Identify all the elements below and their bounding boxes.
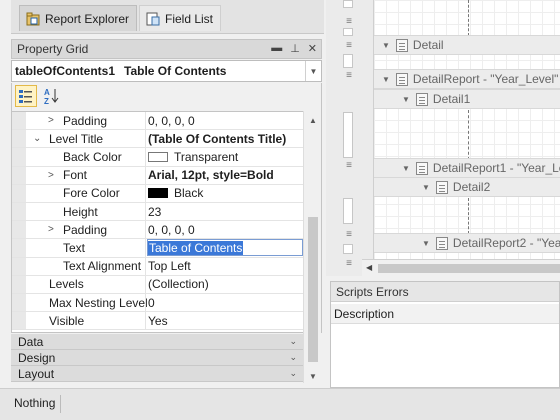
property-row-text-alignment[interactable]: Text Alignment Top Left <box>12 257 303 276</box>
property-row-font[interactable]: > Font Arial, 12pt, style=Bold <box>12 166 303 185</box>
collapse-icon[interactable]: ▼ <box>422 239 430 248</box>
band-detail-report2[interactable]: ▼ DetailReport2 - "Year_ <box>374 233 560 253</box>
collapse-icon[interactable]: ▼ <box>402 164 410 173</box>
categorized-icon <box>19 90 32 103</box>
chevron-down-icon[interactable]: ⌄ <box>289 368 297 379</box>
band-icon <box>435 180 448 194</box>
svg-text:Z: Z <box>44 97 49 105</box>
report-explorer-icon <box>26 12 40 26</box>
property-grid-toolbar: AZ <box>11 83 322 111</box>
status-text: Nothing <box>14 396 56 410</box>
tab-field-list[interactable]: Field List <box>139 5 221 31</box>
property-row-level-title[interactable]: ⌄ Level Title (Table Of Contents Title) <box>12 130 303 149</box>
property-grid-scrollbar[interactable]: ▲ ▼ <box>303 111 321 383</box>
collapse-icon[interactable]: ⌄ <box>33 130 41 147</box>
scroll-thumb[interactable] <box>308 217 318 362</box>
property-row-padding-2[interactable]: > Padding 0, 0, 0, 0 <box>12 221 303 240</box>
category-data[interactable]: Data ⌄ <box>11 334 303 350</box>
band-icon <box>415 92 428 106</box>
status-bar: Nothing <box>0 388 560 420</box>
collapse-icon[interactable]: ▼ <box>422 183 430 192</box>
field-list-icon <box>146 12 160 26</box>
panel-title: Scripts Errors <box>331 282 559 302</box>
pin-icon[interactable]: ⊥ <box>290 42 300 55</box>
design-horizontal-scrollbar[interactable]: ◀ <box>362 259 560 276</box>
band-detail-report[interactable]: ▼ DetailReport - "Year_Level" <box>374 69 560 89</box>
band-detail[interactable]: ▼ Detail <box>374 35 560 55</box>
chevron-down-icon[interactable]: ⌄ <box>289 352 297 363</box>
text-value-input[interactable]: Table of Contents <box>147 239 303 257</box>
band-detail1[interactable]: ▼ Detail1 <box>374 89 560 109</box>
svg-text:A: A <box>44 88 50 97</box>
expand-icon[interactable]: > <box>48 221 54 238</box>
scroll-thumb[interactable] <box>378 264 560 273</box>
property-row-text[interactable]: Text Table of Contents <box>12 239 303 258</box>
column-header-description[interactable]: Description <box>331 304 559 324</box>
close-icon[interactable]: ✕ <box>308 42 317 55</box>
band-detail-report1[interactable]: ▼ DetailReport1 - "Year_Lev <box>374 158 560 178</box>
status-separator <box>60 395 61 413</box>
object-selector[interactable]: tableOfContents1 Table Of Contents ▼ <box>11 60 322 82</box>
scroll-left-icon[interactable]: ◀ <box>366 263 372 272</box>
band-icon <box>415 161 428 175</box>
minimize-icon[interactable]: ▬ <box>271 42 282 55</box>
band-icon <box>435 236 448 250</box>
sort-az-icon: AZ <box>44 88 59 105</box>
expand-icon[interactable]: > <box>48 167 54 184</box>
property-row-back-color[interactable]: Back Color Transparent <box>12 148 303 167</box>
property-row-height[interactable]: Height 23 <box>12 203 303 222</box>
band-icon <box>395 38 408 52</box>
collapse-icon[interactable]: ▼ <box>382 75 390 84</box>
color-swatch <box>148 151 168 162</box>
property-row-visible[interactable]: Visible Yes <box>12 312 303 331</box>
object-name: tableOfContents1 <box>15 64 116 78</box>
tab-report-explorer[interactable]: Report Explorer <box>19 5 137 31</box>
property-grid: > Padding 0, 0, 0, 0 ⌄ Level Title (Tabl… <box>11 111 322 333</box>
scroll-up-icon[interactable]: ▲ <box>304 113 322 127</box>
property-grid-header: Property Grid ▬ ⊥ ✕ <box>11 39 322 59</box>
scroll-down-icon[interactable]: ▼ <box>304 369 322 383</box>
band-icon <box>395 72 408 86</box>
categorized-button[interactable] <box>15 85 37 107</box>
category-layout[interactable]: Layout ⌄ <box>11 366 303 382</box>
alphabetical-button[interactable]: AZ <box>40 85 62 107</box>
category-design[interactable]: Design ⌄ <box>11 350 303 366</box>
color-swatch <box>148 188 168 199</box>
object-type: Table Of Contents <box>124 64 227 78</box>
property-row-fore-color[interactable]: Fore Color Black <box>12 184 303 203</box>
collapse-icon[interactable]: ▼ <box>402 95 410 104</box>
tab-label: Report Explorer <box>45 11 130 26</box>
band-detail2[interactable]: ▼ Detail2 <box>374 177 560 197</box>
property-row-max-nesting-level[interactable]: Max Nesting Level 0 <box>12 294 303 313</box>
chevron-down-icon[interactable]: ⌄ <box>289 336 297 347</box>
property-row-levels[interactable]: Levels (Collection) <box>12 275 303 294</box>
scripts-errors-panel: Scripts Errors Description <box>330 281 560 388</box>
tab-label: Field List <box>165 11 214 26</box>
explorer-tabs: Report Explorer Field List <box>11 0 324 34</box>
expand-icon[interactable]: > <box>48 112 54 129</box>
chevron-down-icon[interactable]: ▼ <box>305 61 321 81</box>
collapse-icon[interactable]: ▼ <box>382 41 390 50</box>
property-row-padding[interactable]: > Padding 0, 0, 0, 0 <box>12 112 303 131</box>
vertical-ruler: ≡ ≡ ≡ ≡ ≡ ≡ <box>326 0 374 276</box>
panel-title: Property Grid <box>17 42 89 56</box>
